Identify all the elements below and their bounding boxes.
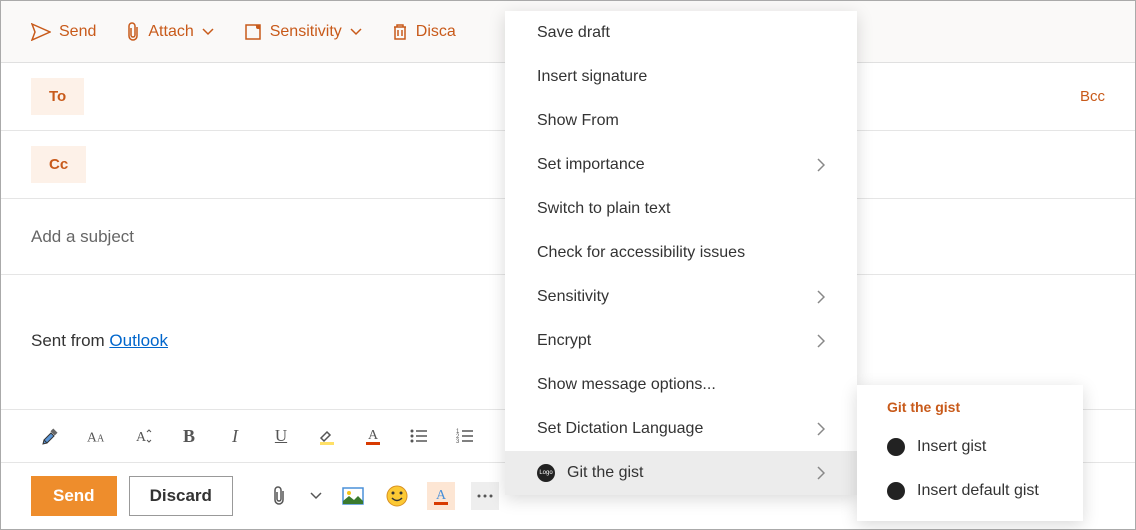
send-label: Send: [59, 23, 96, 41]
bold-button[interactable]: B: [179, 426, 199, 446]
svg-text:A: A: [368, 428, 379, 443]
signature-text: Sent from: [31, 331, 109, 350]
toggle-format-button[interactable]: A: [427, 482, 455, 510]
chevron-right-icon: [817, 334, 825, 348]
bold-icon: B: [183, 426, 195, 447]
menu-item-label: Save draft: [537, 24, 610, 42]
menu-item-label: Sensitivity: [537, 288, 609, 306]
submenu-item-label: Insert gist: [917, 438, 986, 456]
menu-item-label: Check for accessibility issues: [537, 244, 745, 262]
menu-item-encrypt[interactable]: Encrypt: [505, 319, 857, 363]
font-icon: AA: [87, 427, 107, 445]
ellipsis-icon: [476, 493, 494, 499]
insert-image-button[interactable]: [339, 482, 367, 510]
subject-placeholder: Add a subject: [31, 227, 134, 247]
chevron-right-icon: [817, 422, 825, 436]
menu-item-label: Git the gist: [567, 464, 643, 482]
bullet-list-button[interactable]: [409, 426, 429, 446]
cc-button[interactable]: Cc: [31, 146, 86, 183]
more-options-menu: Save draft Insert signature Show From Set i…: [505, 11, 857, 495]
svg-text:A: A: [136, 430, 147, 445]
italic-button[interactable]: I: [225, 426, 245, 446]
menu-item-show-message-options-[interactable]: Show message options...: [505, 363, 857, 407]
format-painter-button[interactable]: [41, 426, 61, 446]
addin-logo-icon: [887, 482, 905, 500]
picture-icon: [342, 487, 364, 505]
submenu-item-insert-default-gist[interactable]: Insert default gist: [857, 469, 1083, 513]
chevron-down-icon: [202, 28, 214, 36]
svg-text:A: A: [87, 429, 97, 444]
svg-text:A: A: [97, 433, 105, 444]
number-list-icon: 123: [456, 428, 474, 444]
chevron-down-icon: [350, 28, 362, 36]
menu-item-label: Switch to plain text: [537, 200, 670, 218]
attach-button[interactable]: Attach: [126, 22, 213, 42]
paint-roller-icon: [41, 426, 61, 446]
font-color-icon: A: [364, 426, 382, 446]
menu-item-check-for-accessibility-issues[interactable]: Check for accessibility issues: [505, 231, 857, 275]
send-button-top[interactable]: Send: [31, 23, 96, 41]
sensitivity-label: Sensitivity: [270, 23, 342, 41]
emoji-button[interactable]: [383, 482, 411, 510]
attach-dropdown-button[interactable]: [309, 482, 323, 510]
menu-item-save-draft[interactable]: Save draft: [505, 11, 857, 55]
addin-logo-icon: Logo: [537, 464, 555, 482]
paperclip-icon: [272, 486, 286, 506]
font-size-icon: A: [134, 427, 152, 445]
menu-item-label: Set importance: [537, 156, 645, 174]
addin-logo-icon: [887, 438, 905, 456]
menu-item-git-the-gist[interactable]: Logo Git the gist: [505, 451, 857, 495]
trash-icon: [392, 23, 408, 41]
underline-icon: U: [275, 426, 287, 446]
menu-item-label: Insert signature: [537, 68, 647, 86]
discard-label: Disca: [416, 23, 456, 41]
bottom-icon-group: A: [265, 482, 499, 510]
bullet-list-icon: [410, 428, 428, 444]
send-button[interactable]: Send: [31, 476, 117, 516]
menu-item-label: Set Dictation Language: [537, 420, 703, 438]
chevron-right-icon: [817, 466, 825, 480]
paperclip-icon: [126, 22, 140, 42]
emoji-icon: [386, 485, 408, 507]
menu-item-sensitivity[interactable]: Sensitivity: [505, 275, 857, 319]
menu-item-insert-signature[interactable]: Insert signature: [505, 55, 857, 99]
attach-button-bottom[interactable]: [265, 482, 293, 510]
send-icon: [31, 23, 51, 41]
submenu-title: Git the gist: [857, 385, 1083, 425]
menu-item-set-dictation-language[interactable]: Set Dictation Language: [505, 407, 857, 451]
to-button[interactable]: To: [31, 78, 84, 115]
svg-text:3: 3: [456, 439, 460, 444]
bcc-toggle[interactable]: Bcc: [1080, 88, 1105, 105]
discard-button-top[interactable]: Disca: [392, 23, 456, 41]
chevron-down-icon: [310, 492, 322, 500]
menu-item-set-importance[interactable]: Set importance: [505, 143, 857, 187]
chevron-right-icon: [817, 290, 825, 304]
italic-icon: I: [232, 426, 238, 447]
highlight-icon: [317, 426, 337, 446]
font-color-button[interactable]: A: [363, 426, 383, 446]
menu-item-show-from[interactable]: Show From: [505, 99, 857, 143]
more-options-button[interactable]: [471, 482, 499, 510]
outlook-link[interactable]: Outlook: [109, 331, 168, 350]
menu-item-label: Show From: [537, 112, 619, 130]
submenu-item-insert-gist[interactable]: Insert gist: [857, 425, 1083, 469]
sensitivity-icon: [244, 23, 262, 41]
number-list-button[interactable]: 123: [455, 426, 475, 446]
underline-button[interactable]: U: [271, 426, 291, 446]
menu-item-label: Show message options...: [537, 376, 716, 394]
menu-item-switch-to-plain-text[interactable]: Switch to plain text: [505, 187, 857, 231]
submenu-item-label: Insert default gist: [917, 482, 1039, 500]
svg-text:A: A: [436, 488, 447, 503]
git-the-gist-submenu: Git the gist Insert gist Insert default g…: [857, 385, 1083, 521]
attach-label: Attach: [148, 23, 193, 41]
chevron-right-icon: [817, 158, 825, 172]
menu-item-label: Encrypt: [537, 332, 591, 350]
highlight-button[interactable]: [317, 426, 337, 446]
discard-button[interactable]: Discard: [129, 476, 233, 516]
font-button[interactable]: AA: [87, 426, 107, 446]
sensitivity-button[interactable]: Sensitivity: [244, 23, 362, 41]
font-color-icon: A: [432, 486, 450, 506]
font-size-button[interactable]: A: [133, 426, 153, 446]
